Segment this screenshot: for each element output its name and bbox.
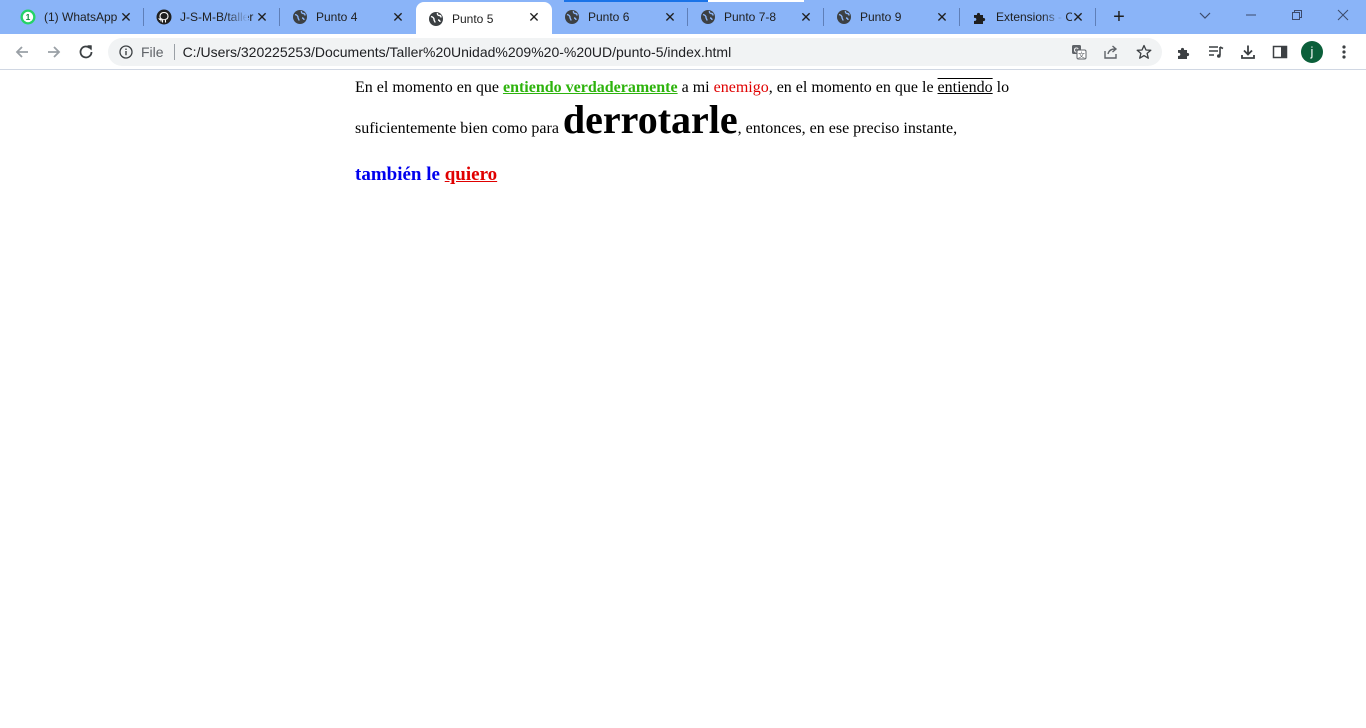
overlined-text: entiendo (937, 79, 993, 96)
highlight-red-text: enemigo (713, 79, 769, 96)
puzzle-icon (1178, 47, 1190, 59)
arrow-right-icon (48, 46, 61, 58)
tab-punto-4[interactable]: Punto 4 ✕ (280, 0, 416, 34)
reload-button[interactable] (72, 38, 100, 66)
menu-button[interactable] (1330, 38, 1358, 66)
translate-icon[interactable]: G文 (1071, 44, 1087, 60)
chevron-down-icon (1199, 12, 1211, 19)
minimize-icon (1246, 14, 1256, 16)
close-icon (1337, 9, 1349, 21)
puzzle-icon (972, 9, 988, 25)
media-controls-button[interactable] (1202, 38, 1230, 66)
forward-button[interactable] (40, 38, 68, 66)
tab-search-button[interactable] (1182, 0, 1228, 30)
extensions-button[interactable] (1170, 38, 1198, 66)
new-tab-button[interactable]: + (1106, 6, 1132, 28)
globe-icon (292, 9, 308, 25)
quote-text: , entonces, en ese preciso instante, (737, 120, 958, 137)
close-tab-icon[interactable]: ✕ (254, 9, 270, 25)
downloads-button[interactable] (1234, 38, 1262, 66)
address-bar[interactable]: File C:/Users/320225253/Documents/Taller… (108, 38, 1162, 66)
close-tab-icon[interactable]: ✕ (934, 9, 950, 25)
close-tab-icon[interactable]: ✕ (118, 9, 134, 25)
reload-icon (79, 45, 93, 59)
tab-strip: 1 (1) WhatsApp ✕ J-S-M-B/taller ✕ Punto … (0, 0, 1366, 36)
tab-separator (1095, 8, 1096, 26)
tab-punto-5[interactable]: Punto 5 ✕ (416, 2, 552, 36)
tab-punto-7-8[interactable]: Punto 7-8 ✕ (688, 0, 824, 34)
side-panel-button[interactable] (1266, 38, 1294, 66)
page-content: En el momento en que entiendo verdaderam… (355, 71, 1035, 186)
tab-github[interactable]: J-S-M-B/taller ✕ (144, 0, 280, 34)
info-icon[interactable] (119, 45, 133, 59)
back-button[interactable] (8, 38, 36, 66)
bookmark-star-icon[interactable] (1136, 44, 1152, 60)
globe-icon (700, 9, 716, 25)
svg-text:文: 文 (1078, 50, 1085, 59)
close-window-button[interactable] (1320, 0, 1366, 30)
minimize-button[interactable] (1228, 0, 1274, 30)
tab-whatsapp[interactable]: 1 (1) WhatsApp ✕ (0, 0, 144, 34)
profile-avatar[interactable]: j (1301, 41, 1323, 63)
quote-text: En el momento en que (355, 79, 503, 96)
quote-text: a mi (677, 79, 714, 96)
site-scheme-label: File (141, 44, 164, 60)
tab-punto-6[interactable]: Punto 6 ✕ (552, 0, 688, 34)
globe-icon (428, 11, 444, 27)
omnibox-divider (173, 44, 175, 60)
tab-punto-9[interactable]: Punto 9 ✕ (824, 0, 960, 34)
side-panel-icon (1272, 45, 1288, 59)
github-icon (156, 9, 172, 25)
close-tab-icon[interactable]: ✕ (662, 9, 678, 25)
red-underlined-text: quiero (444, 164, 498, 185)
tab-title-fade (1042, 0, 1064, 34)
download-icon (1241, 45, 1255, 59)
share-icon[interactable] (1103, 44, 1119, 60)
quote-text: , en el momento en que le (768, 79, 938, 96)
highlight-green-text: entiendo verdaderamente (502, 79, 678, 96)
whatsapp-icon: 1 (20, 9, 36, 25)
close-tab-icon[interactable]: ✕ (1070, 9, 1086, 25)
close-tab-icon[interactable]: ✕ (390, 9, 406, 25)
tab-extensions[interactable]: Extensions - Chrome ✕ (960, 0, 1096, 34)
globe-icon (564, 9, 580, 25)
closing-line: también le quiero (355, 164, 1035, 186)
playlist-icon (1209, 46, 1224, 58)
close-tab-icon[interactable]: ✕ (798, 9, 814, 25)
blue-bold-text: también le (355, 164, 445, 185)
restore-icon (1292, 10, 1302, 20)
browser-toolbar: File C:/Users/320225253/Documents/Taller… (0, 34, 1366, 70)
url-text[interactable]: C:/Users/320225253/Documents/Taller%20Un… (183, 44, 732, 60)
arrow-left-icon (15, 46, 28, 58)
large-bold-text: derrotarle (562, 97, 738, 142)
quote-paragraph: En el momento en que entiendo verdaderam… (355, 72, 1035, 145)
kebab-menu-icon (1342, 45, 1346, 59)
globe-icon (836, 9, 852, 25)
restore-button[interactable] (1274, 0, 1320, 30)
notification-badge: 1 (26, 12, 31, 22)
close-tab-icon[interactable]: ✕ (526, 9, 542, 25)
tab-title-fade (226, 0, 248, 34)
